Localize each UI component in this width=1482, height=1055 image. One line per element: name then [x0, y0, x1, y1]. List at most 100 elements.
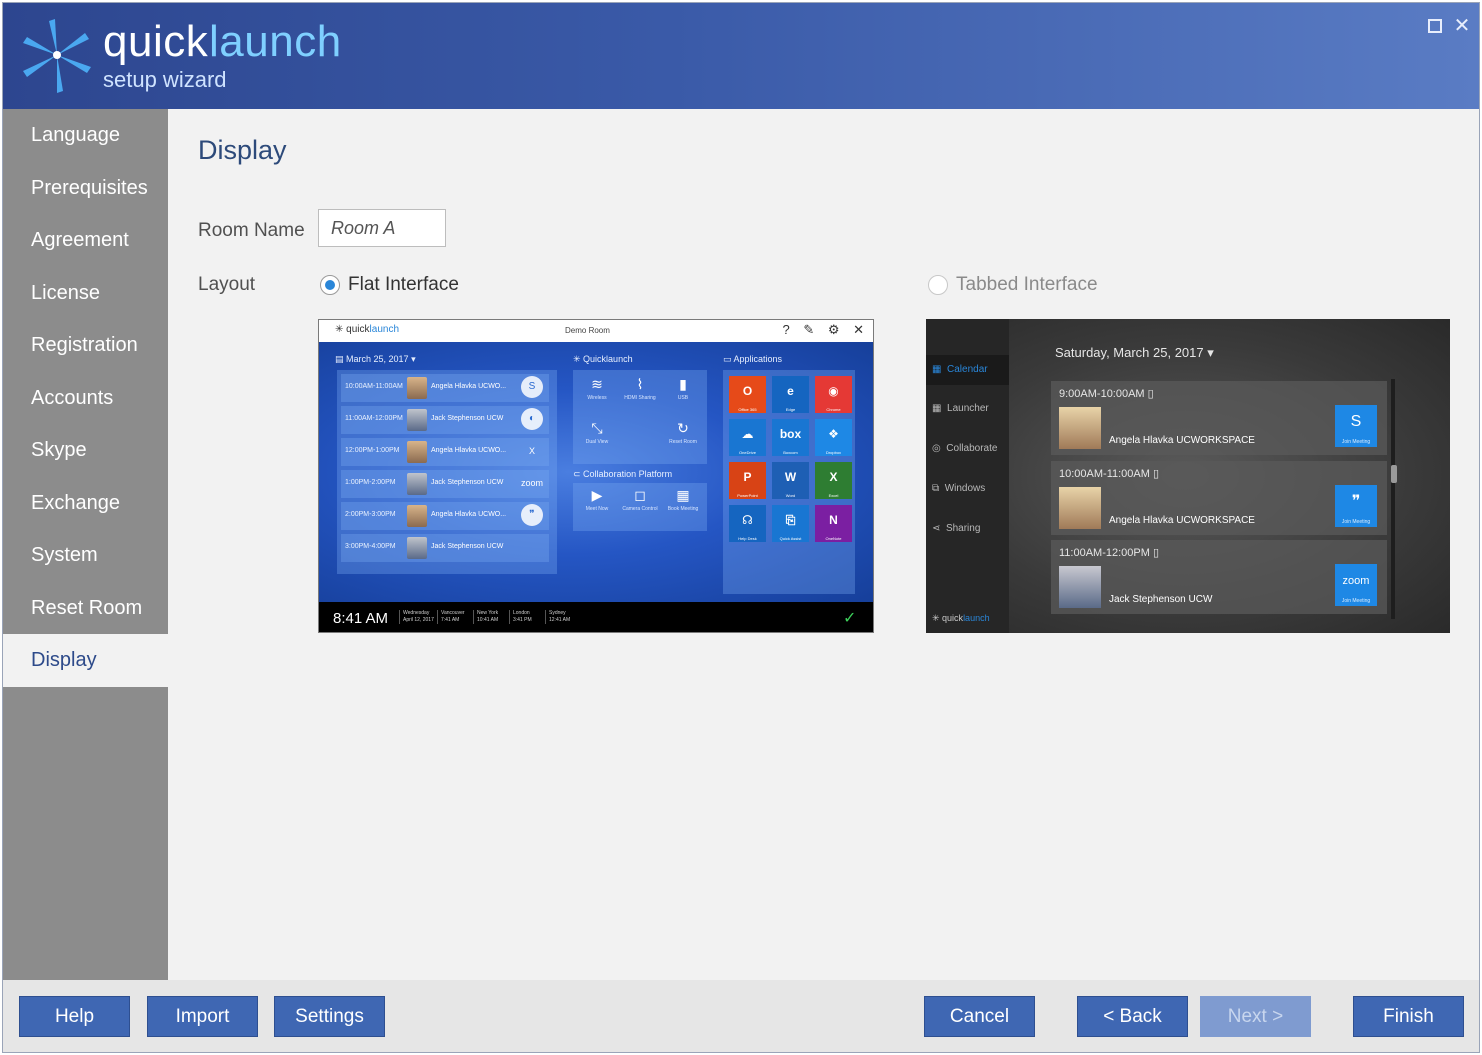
- world-clock: New York 10:41 AM: [473, 610, 498, 624]
- hdmi-icon: ⌇ HDMI Sharing: [624, 376, 656, 401]
- preview-collab-panel: ▶ Meet Now ◻ Camera Control ▦ Book Meeting: [573, 483, 707, 531]
- wizard-footer: Help Import Settings Cancel < Back Next …: [3, 980, 1479, 1052]
- skype-icon: S: [521, 376, 543, 398]
- preview-title-icons: ? ✎ ⚙ ✕: [782, 322, 869, 337]
- chrome-icon: ◉ Chrome: [815, 376, 852, 413]
- preview-scrollbar-thumb: [1391, 465, 1397, 483]
- preview-meeting-row: 2:00PM-3:00PM Angela Hlavka UCWO... ❞: [341, 502, 549, 530]
- preview-room-name: Demo Room: [565, 326, 610, 335]
- reset-room-icon: ↻ Reset Room: [669, 420, 697, 445]
- meeting-time: 10:00AM-11:00AM ▯: [1059, 468, 1160, 480]
- preview-date: Saturday, March 25, 2017 ▾: [1055, 345, 1214, 360]
- next-button: Next >: [1200, 996, 1311, 1037]
- room-name-input[interactable]: [318, 209, 446, 247]
- world-clock: Vancouver 7:41 AM: [437, 610, 465, 624]
- sidebar-item-language[interactable]: Language: [3, 109, 168, 162]
- import-button[interactable]: Import: [147, 996, 258, 1037]
- tabbed-interface-radio: [928, 275, 948, 295]
- word-icon: W Word: [772, 462, 809, 499]
- flat-interface-radio[interactable]: [320, 275, 340, 295]
- meeting-time: 3:00PM-4:00PM: [345, 543, 396, 550]
- book-meeting-icon: ▦ Book Meeting: [667, 487, 699, 512]
- preview-meeting-card: 10:00AM-11:00AM ▯ Angela Hlavka UCWORKSP…: [1051, 461, 1387, 535]
- avatar: [407, 441, 427, 463]
- sidebar-item-reset-room[interactable]: Reset Room: [3, 582, 168, 635]
- sidebar-item-agreement[interactable]: Agreement: [3, 214, 168, 267]
- wireless-icon: ≋ Wireless: [587, 376, 607, 401]
- help-desk-icon: ☊ Help Desk: [729, 505, 766, 542]
- meeting-time: 10:00AM-11:00AM: [345, 383, 403, 390]
- dual-view-icon: ⤡ Dual View: [585, 420, 609, 445]
- tabbed-interface-preview: ▦ Calendar ▦ Launcher ◎ Collaborate ⧉ Wi…: [926, 319, 1450, 633]
- box-icon: box Boxcom: [772, 419, 809, 456]
- meeting-name: Jack Stephenson UCW: [1109, 594, 1213, 605]
- tab-sharing: ⋖ Sharing: [932, 523, 981, 534]
- sidebar-item-accounts[interactable]: Accounts: [3, 372, 168, 425]
- preview-quicklaunch-panel: ≋ Wireless ⌇ HDMI Sharing ▮ USB ⤡ Dual View …: [573, 370, 707, 464]
- sidebar-item-exchange[interactable]: Exchange: [3, 477, 168, 530]
- sidebar-item-system[interactable]: System: [3, 529, 168, 582]
- meeting-name: Angela Hlavka UCWORKSPACE: [1109, 515, 1255, 526]
- meeting-name: Angela Hlavka UCWO...: [431, 511, 507, 518]
- close-button[interactable]: ✕: [1451, 15, 1473, 37]
- avatar: [407, 473, 427, 495]
- tab-launcher: ▦ Launcher: [932, 403, 989, 414]
- preview-logo: ✳ quicklaunch: [932, 613, 990, 623]
- preview-clock-bar: 8:41 AM Wednesday April 12, 2017 Vancouve…: [319, 602, 873, 632]
- cancel-button[interactable]: Cancel: [924, 996, 1035, 1037]
- preview-meeting-row: 1:00PM-2:00PM Jack Stephenson UCW zoom: [341, 470, 549, 498]
- tab-windows: ⧉ Windows: [932, 483, 986, 494]
- meeting-name: Jack Stephenson UCW: [431, 415, 504, 422]
- maximize-icon: [1428, 19, 1442, 33]
- quicklaunch-logo-icon: [23, 19, 91, 93]
- help-button[interactable]: Help: [19, 996, 130, 1037]
- quick-assist-icon: ⎘ Quick Assist: [772, 505, 809, 542]
- page-title: Display: [198, 135, 287, 165]
- hangouts-join-icon: ❞ Join Meeting: [1335, 485, 1377, 527]
- avatar: [407, 409, 427, 431]
- avatar: [407, 377, 427, 399]
- preview-meeting-row: 10:00AM-11:00AM Angela Hlavka UCWO... S: [341, 374, 549, 402]
- dropbox-icon: ❖ Dropbox: [815, 419, 852, 456]
- shield-check-icon: ✓: [843, 610, 857, 627]
- maximize-button[interactable]: [1424, 15, 1446, 37]
- meeting-time: 1:00PM-2:00PM: [345, 479, 396, 486]
- flat-interface-label[interactable]: Flat Interface: [348, 274, 459, 296]
- avatar: [1059, 566, 1101, 608]
- finish-button[interactable]: Finish: [1353, 996, 1464, 1037]
- flat-interface-preview[interactable]: ✳ quicklaunch Demo Room ? ✎ ⚙ ✕ ▤ March …: [318, 319, 874, 633]
- avatar: [1059, 487, 1101, 529]
- sidebar-item-registration[interactable]: Registration: [3, 319, 168, 372]
- preview-applications-panel: O Office 365 e Edge ◉ Chrome ☁ OneDrive box Boxco…: [723, 370, 855, 594]
- brand-name-launch: launch: [209, 17, 342, 66]
- settings-button[interactable]: Settings: [274, 996, 385, 1037]
- preview-calendar-panel: 10:00AM-11:00AM Angela Hlavka UCWO... S …: [337, 370, 557, 574]
- preview-calendar-title: ▤ March 25, 2017 ▾: [335, 354, 416, 364]
- usb-icon: ▮ USB: [677, 376, 689, 401]
- preview-body: ▤ March 25, 2017 ▾ 10:00AM-11:00AM Angel…: [319, 342, 873, 602]
- layout-label: Layout: [198, 274, 256, 295]
- back-button[interactable]: < Back: [1077, 996, 1188, 1037]
- preview-clock: 8:41 AM: [333, 610, 389, 627]
- meeting-time: 9:00AM-10:00AM ▯: [1059, 388, 1154, 400]
- tab-collaborate: ◎ Collaborate: [932, 443, 998, 454]
- tab-calendar: ▦ Calendar: [926, 355, 1009, 385]
- onenote-icon: N OneNote: [815, 505, 852, 542]
- sidebar-item-license[interactable]: License: [3, 267, 168, 320]
- world-clock: Sydney 12:41 AM: [545, 610, 570, 624]
- preview-collab-title: ⊂ Collaboration Platform: [573, 469, 673, 479]
- meeting-time: 12:00PM-1:00PM: [345, 447, 400, 454]
- avatar: [1059, 407, 1101, 449]
- sidebar-item-skype[interactable]: Skype: [3, 424, 168, 477]
- title-bar: quick launch setup wizard ✕: [3, 3, 1479, 109]
- wizard-step-sidebar: Language Prerequisites Agreement License…: [3, 109, 168, 980]
- sidebar-item-display[interactable]: Display: [3, 634, 168, 687]
- meeting-time: 11:00AM-12:00PM: [345, 415, 403, 422]
- meet-now-icon: ▶ Meet Now: [585, 487, 609, 512]
- brand-name-quick: quick: [103, 17, 209, 66]
- sidebar-item-prerequisites[interactable]: Prerequisites: [3, 162, 168, 215]
- preview-logo: ✳ quicklaunch: [335, 324, 399, 335]
- meeting-time: 2:00PM-3:00PM: [345, 511, 396, 518]
- camera-control-icon: ◻ Camera Control: [622, 487, 658, 512]
- preview-tab-sidebar: ▦ Calendar ▦ Launcher ◎ Collaborate ⧉ Wi…: [926, 319, 1009, 633]
